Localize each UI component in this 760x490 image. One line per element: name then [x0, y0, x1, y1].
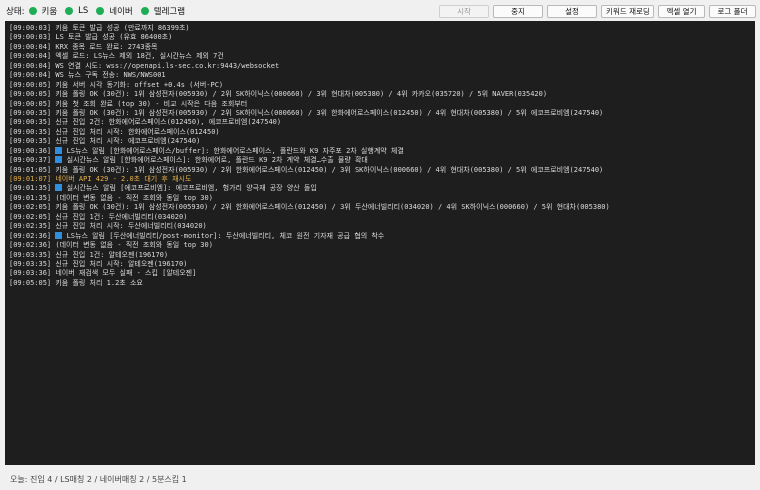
log-line: [09:00:35] 신규 진입 처리 시작: 에코프로비엠(247540) — [9, 137, 201, 146]
status-indicator-label: 키움 — [41, 7, 58, 17]
log-line: [09:02:35] 신규 진입 처리 시작: 두산에너빌리티(034020) — [9, 222, 207, 231]
toolbar: 시작 중지 설정 키워드 재로딩 엑셀 열기 로그 폴더 — [439, 5, 756, 18]
connection-status: 상태: 키움 LS 네이버 텔레그램 — [0, 5, 193, 17]
log-time: [09:02:36] — [9, 231, 52, 240]
stop-button[interactable]: 중지 — [493, 5, 543, 18]
log-line: [09:00:05] 키움 폴링 OK (30건): 1위 삼성전자(00593… — [9, 90, 548, 99]
log-line: [09:01:05] 키움 폴링 OK (30건): 1위 삼성전자(00593… — [9, 165, 604, 174]
log-line: [09:03:35] 신규 진입 1건: 알테오젠(196170) — [9, 250, 169, 259]
log-folder-button[interactable]: 로그 폴더 — [709, 5, 756, 18]
log-line: [09:00:03] 키움 토큰 발급 성공 (만료까지 86399초) — [9, 24, 190, 32]
log-line: [09:00:05] 키움 첫 조회 완료 (top 30) - 비교 시작은 … — [9, 99, 248, 108]
log-line: [09:01:35] (데이터 변동 없음 - 직전 조회와 동일 top 30… — [9, 193, 213, 202]
news-alert-icon — [55, 146, 63, 154]
status-dot-icon — [96, 7, 105, 15]
log-line: [09:05:05] 키움 폴링 처리 1.2초 소요 — [9, 278, 143, 287]
log-line: [09:00:03] LS 토큰 발급 성공 (유효 86400초) — [9, 33, 173, 42]
log-line: [09:02:05] 신규 진입 1건: 두산에너빌리티(034020) — [9, 212, 188, 221]
status-indicator-telegram: 텔레그램 — [140, 5, 186, 17]
status-indicator-label: 텔레그램 — [153, 7, 186, 17]
news-alert-icon — [55, 184, 63, 192]
log-line: [09:00:37] 실시간뉴스 알림 [한화에어로스페이스]: 한화에어로, … — [9, 156, 751, 165]
log-line: [09:00:04] KRX 종목 로드 완료: 2743종목 — [9, 42, 158, 51]
log-line: [09:00:35] 키움 폴링 OK (30건): 1위 삼성전자(00593… — [9, 108, 604, 117]
log-line: [09:00:04] 엑셀 로드: LS뉴스 제외 18건, 실시간뉴스 제외 … — [9, 52, 224, 61]
status-indicator-ls: LS — [65, 6, 88, 16]
status-dot-icon — [28, 7, 37, 15]
log-time: [09:00:36] — [9, 146, 52, 155]
log-line: [09:00:04] WS 연결 시도: wss://openapi.ls-se… — [9, 61, 280, 70]
status-indicator-kiwoom: 키움 — [28, 5, 58, 17]
log-text: LS뉴스 알림 [한화에어로스페이스/buffer]: 한화에어로스페이스, 폴… — [66, 146, 404, 155]
log-output[interactable]: [09:00:03] 키움 토큰 발급 성공 (만료까지 86399초) [09:… — [5, 21, 755, 465]
log-text: 실시간뉴스 알림 [한화에어로스페이스]: 한화에어로, 폴란드 K9 2차 계… — [66, 156, 368, 165]
keyword-reload-button[interactable]: 키워드 재로딩 — [601, 5, 654, 18]
log-line: [09:00:35] 신규 진입 2건: 한화에어로스페이스(012450), … — [9, 118, 282, 127]
log-line: [09:03:35] 신규 진입 처리 시작: 알테오젠(196170) — [9, 259, 188, 268]
news-alert-icon — [55, 231, 63, 239]
log-line: [09:02:05] 키움 폴링 OK (30건): 1위 삼성전자(00593… — [9, 203, 610, 212]
log-line: [09:00:04] WS 뉴스 구독 전송: NWS/NWS001 — [9, 71, 166, 80]
log-line: [09:02:36] (데이터 변동 없음 - 직전 조회와 동일 top 30… — [9, 241, 213, 250]
status-indicator-label: 네이버 — [109, 7, 133, 17]
excel-open-button[interactable]: 엑셀 열기 — [658, 5, 705, 18]
daily-summary: 오늘: 진입 4 / LS매칭 2 / 네이버매칭 2 / 5분스킵 1 — [10, 475, 187, 484]
start-button[interactable]: 시작 — [439, 5, 489, 18]
status-dot-icon — [140, 7, 149, 15]
log-text: LS뉴스 알림 [두산에너빌리티/post-monitor]: 두산에너빌리티,… — [66, 231, 385, 240]
log-line: [09:00:35] 신규 진입 처리 시작: 한화에어로스페이스(012450… — [9, 127, 220, 136]
settings-button[interactable]: 설정 — [547, 5, 597, 18]
log-line: [09:03:36] 네이버 재검색 모두 실패 - 스킵 [알테오젠] — [9, 269, 197, 278]
status-label: 상태: — [6, 7, 25, 17]
log-line: [09:00:05] 키움 서버 시각 동기화: offset +0.4s (서… — [9, 80, 224, 89]
log-line: [09:02:36] LS뉴스 알림 [두산에너빌리티/post-monitor… — [9, 231, 751, 241]
status-indicator-naver: 네이버 — [96, 5, 133, 17]
log-line: [09:01:07] 네이버 API 429 - 2.0초 대기 후 재시도 — [9, 175, 192, 183]
log-line: [09:01:35] 실시간뉴스 알림 [에코프로비엠]: 에코프로비엠, 헝가… — [9, 184, 751, 193]
log-time: [09:00:37] — [9, 156, 52, 165]
status-dot-icon — [65, 7, 74, 15]
log-time: [09:01:35] — [9, 184, 52, 193]
news-alert-icon — [55, 156, 63, 164]
top-bar: 상태: 키움 LS 네이버 텔레그램 시작 중지 설정 키워드 재로딩 엑셀 열… — [0, 0, 760, 22]
log-text: 실시간뉴스 알림 [에코프로비엠]: 에코프로비엠, 헝가리 양극재 공장 양산… — [66, 184, 317, 193]
log-line: [09:00:36] LS뉴스 알림 [한화에어로스페이스/buffer]: 한… — [9, 146, 751, 156]
status-indicator-label: LS — [78, 6, 89, 16]
